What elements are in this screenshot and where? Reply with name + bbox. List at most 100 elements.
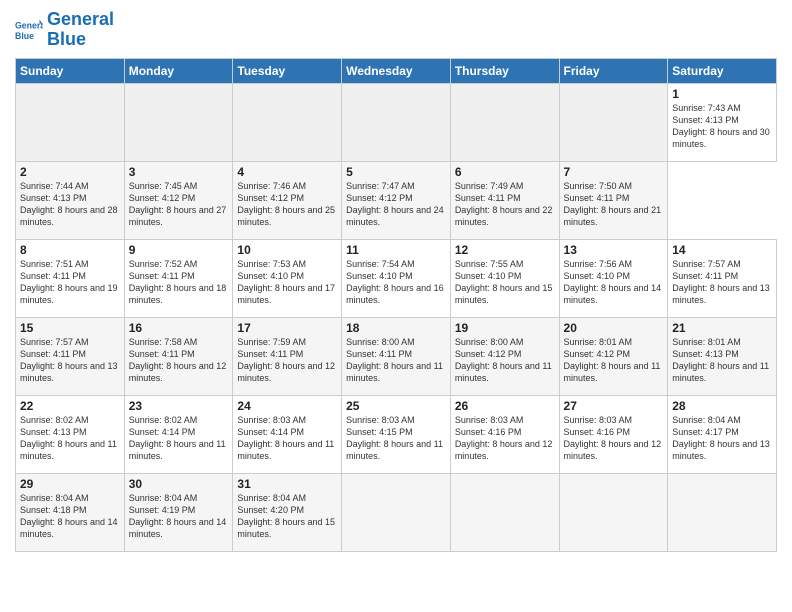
calendar-row: 29Sunrise: 8:04 AMSunset: 4:18 PMDayligh… (16, 473, 777, 551)
day-number: 23 (129, 399, 229, 413)
day-info: Sunrise: 7:59 AMSunset: 4:11 PMDaylight:… (237, 336, 337, 385)
calendar-cell: 10Sunrise: 7:53 AMSunset: 4:10 PMDayligh… (233, 239, 342, 317)
calendar-cell: 11Sunrise: 7:54 AMSunset: 4:10 PMDayligh… (342, 239, 451, 317)
calendar-cell: 4Sunrise: 7:46 AMSunset: 4:12 PMDaylight… (233, 161, 342, 239)
day-number: 21 (672, 321, 772, 335)
day-info: Sunrise: 8:03 AMSunset: 4:15 PMDaylight:… (346, 414, 446, 463)
day-info: Sunrise: 8:01 AMSunset: 4:12 PMDaylight:… (564, 336, 664, 385)
day-number: 25 (346, 399, 446, 413)
day-info: Sunrise: 7:47 AMSunset: 4:12 PMDaylight:… (346, 180, 446, 229)
calendar-cell (450, 83, 559, 161)
day-info: Sunrise: 8:04 AMSunset: 4:17 PMDaylight:… (672, 414, 772, 463)
calendar-row: 8Sunrise: 7:51 AMSunset: 4:11 PMDaylight… (16, 239, 777, 317)
calendar-cell (559, 473, 668, 551)
day-info: Sunrise: 8:02 AMSunset: 4:14 PMDaylight:… (129, 414, 229, 463)
weekday-header: Sunday (16, 58, 125, 83)
day-number: 14 (672, 243, 772, 257)
day-info: Sunrise: 7:54 AMSunset: 4:10 PMDaylight:… (346, 258, 446, 307)
day-info: Sunrise: 7:46 AMSunset: 4:12 PMDaylight:… (237, 180, 337, 229)
day-number: 12 (455, 243, 555, 257)
page: General Blue General Blue SundayMondayTu… (0, 0, 792, 612)
calendar-cell (233, 83, 342, 161)
calendar-cell: 12Sunrise: 7:55 AMSunset: 4:10 PMDayligh… (450, 239, 559, 317)
day-info: Sunrise: 8:04 AMSunset: 4:20 PMDaylight:… (237, 492, 337, 541)
day-info: Sunrise: 7:57 AMSunset: 4:11 PMDaylight:… (20, 336, 120, 385)
day-info: Sunrise: 7:44 AMSunset: 4:13 PMDaylight:… (20, 180, 120, 229)
day-info: Sunrise: 8:01 AMSunset: 4:13 PMDaylight:… (672, 336, 772, 385)
day-info: Sunrise: 7:53 AMSunset: 4:10 PMDaylight:… (237, 258, 337, 307)
day-number: 20 (564, 321, 664, 335)
day-info: Sunrise: 8:03 AMSunset: 4:14 PMDaylight:… (237, 414, 337, 463)
day-info: Sunrise: 8:04 AMSunset: 4:18 PMDaylight:… (20, 492, 120, 541)
day-number: 31 (237, 477, 337, 491)
day-number: 10 (237, 243, 337, 257)
calendar-row: 15Sunrise: 7:57 AMSunset: 4:11 PMDayligh… (16, 317, 777, 395)
calendar-cell (450, 473, 559, 551)
calendar-cell: 8Sunrise: 7:51 AMSunset: 4:11 PMDaylight… (16, 239, 125, 317)
day-number: 17 (237, 321, 337, 335)
day-number: 18 (346, 321, 446, 335)
calendar-cell: 27Sunrise: 8:03 AMSunset: 4:16 PMDayligh… (559, 395, 668, 473)
calendar-cell: 31Sunrise: 8:04 AMSunset: 4:20 PMDayligh… (233, 473, 342, 551)
calendar-cell: 7Sunrise: 7:50 AMSunset: 4:11 PMDaylight… (559, 161, 668, 239)
calendar-cell: 2Sunrise: 7:44 AMSunset: 4:13 PMDaylight… (16, 161, 125, 239)
day-info: Sunrise: 7:45 AMSunset: 4:12 PMDaylight:… (129, 180, 229, 229)
weekday-header: Tuesday (233, 58, 342, 83)
calendar-cell: 14Sunrise: 7:57 AMSunset: 4:11 PMDayligh… (668, 239, 777, 317)
header: General Blue General Blue (15, 10, 777, 50)
day-info: Sunrise: 8:03 AMSunset: 4:16 PMDaylight:… (455, 414, 555, 463)
calendar-cell: 3Sunrise: 7:45 AMSunset: 4:12 PMDaylight… (124, 161, 233, 239)
day-info: Sunrise: 8:03 AMSunset: 4:16 PMDaylight:… (564, 414, 664, 463)
calendar-cell: 24Sunrise: 8:03 AMSunset: 4:14 PMDayligh… (233, 395, 342, 473)
calendar-cell: 9Sunrise: 7:52 AMSunset: 4:11 PMDaylight… (124, 239, 233, 317)
day-number: 26 (455, 399, 555, 413)
day-number: 30 (129, 477, 229, 491)
day-info: Sunrise: 7:50 AMSunset: 4:11 PMDaylight:… (564, 180, 664, 229)
day-number: 8 (20, 243, 120, 257)
calendar-row: 1Sunrise: 7:43 AMSunset: 4:13 PMDaylight… (16, 83, 777, 161)
day-info: Sunrise: 8:02 AMSunset: 4:13 PMDaylight:… (20, 414, 120, 463)
svg-text:General: General (15, 20, 43, 30)
calendar-cell: 25Sunrise: 8:03 AMSunset: 4:15 PMDayligh… (342, 395, 451, 473)
calendar-cell: 17Sunrise: 7:59 AMSunset: 4:11 PMDayligh… (233, 317, 342, 395)
day-number: 7 (564, 165, 664, 179)
day-info: Sunrise: 7:49 AMSunset: 4:11 PMDaylight:… (455, 180, 555, 229)
logo: General Blue General Blue (15, 10, 114, 50)
calendar-cell: 26Sunrise: 8:03 AMSunset: 4:16 PMDayligh… (450, 395, 559, 473)
calendar-cell (668, 473, 777, 551)
day-info: Sunrise: 7:55 AMSunset: 4:10 PMDaylight:… (455, 258, 555, 307)
calendar-cell (342, 473, 451, 551)
calendar-cell: 13Sunrise: 7:56 AMSunset: 4:10 PMDayligh… (559, 239, 668, 317)
day-number: 13 (564, 243, 664, 257)
calendar-cell: 20Sunrise: 8:01 AMSunset: 4:12 PMDayligh… (559, 317, 668, 395)
day-number: 2 (20, 165, 120, 179)
calendar-cell: 15Sunrise: 7:57 AMSunset: 4:11 PMDayligh… (16, 317, 125, 395)
day-number: 22 (20, 399, 120, 413)
day-info: Sunrise: 7:51 AMSunset: 4:11 PMDaylight:… (20, 258, 120, 307)
day-info: Sunrise: 7:43 AMSunset: 4:13 PMDaylight:… (672, 102, 772, 151)
calendar-cell (16, 83, 125, 161)
day-number: 4 (237, 165, 337, 179)
day-number: 29 (20, 477, 120, 491)
weekday-header: Thursday (450, 58, 559, 83)
calendar-cell: 19Sunrise: 8:00 AMSunset: 4:12 PMDayligh… (450, 317, 559, 395)
calendar-cell: 30Sunrise: 8:04 AMSunset: 4:19 PMDayligh… (124, 473, 233, 551)
weekday-header: Wednesday (342, 58, 451, 83)
weekday-header: Monday (124, 58, 233, 83)
calendar-cell: 5Sunrise: 7:47 AMSunset: 4:12 PMDaylight… (342, 161, 451, 239)
day-number: 19 (455, 321, 555, 335)
calendar-cell: 21Sunrise: 8:01 AMSunset: 4:13 PMDayligh… (668, 317, 777, 395)
day-number: 1 (672, 87, 772, 101)
svg-text:Blue: Blue (15, 31, 34, 41)
day-info: Sunrise: 7:58 AMSunset: 4:11 PMDaylight:… (129, 336, 229, 385)
day-number: 11 (346, 243, 446, 257)
day-number: 9 (129, 243, 229, 257)
day-info: Sunrise: 8:04 AMSunset: 4:19 PMDaylight:… (129, 492, 229, 541)
calendar-cell: 22Sunrise: 8:02 AMSunset: 4:13 PMDayligh… (16, 395, 125, 473)
calendar-cell (559, 83, 668, 161)
calendar: SundayMondayTuesdayWednesdayThursdayFrid… (15, 58, 777, 552)
day-number: 27 (564, 399, 664, 413)
day-info: Sunrise: 7:57 AMSunset: 4:11 PMDaylight:… (672, 258, 772, 307)
calendar-cell: 29Sunrise: 8:04 AMSunset: 4:18 PMDayligh… (16, 473, 125, 551)
calendar-cell: 6Sunrise: 7:49 AMSunset: 4:11 PMDaylight… (450, 161, 559, 239)
